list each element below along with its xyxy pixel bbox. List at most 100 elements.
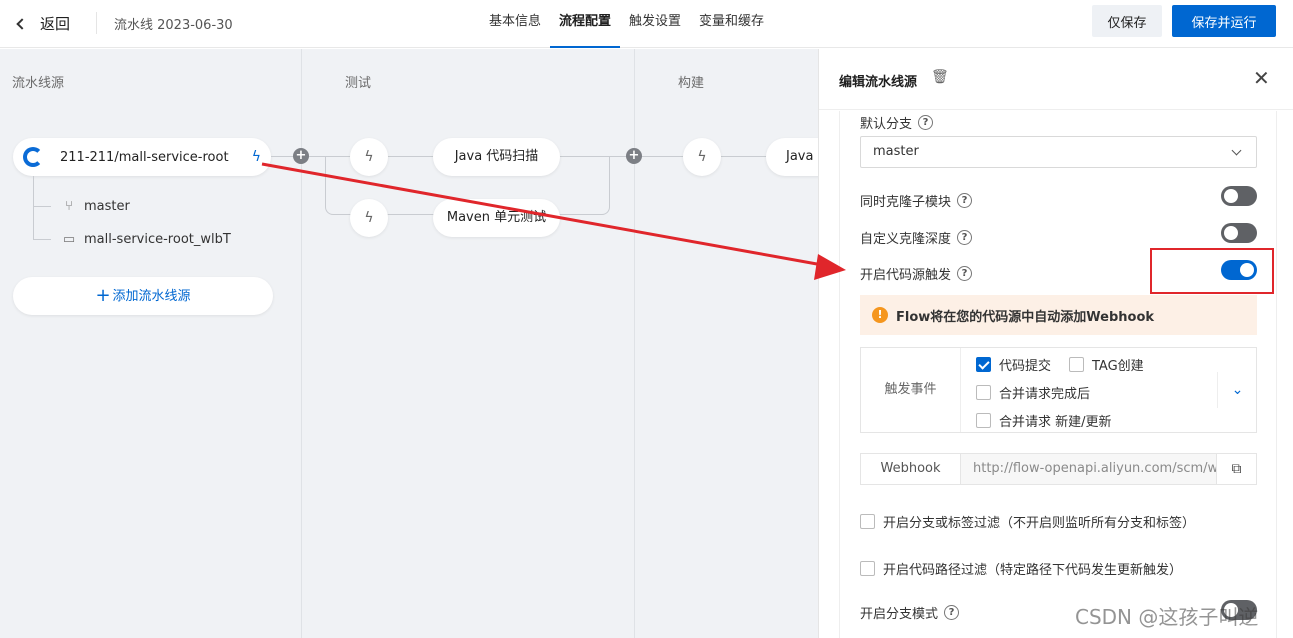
custom-depth-label: 自定义克隆深度 ?: [860, 228, 973, 247]
source-card[interactable]: 211-211/mall-service-root ϟ: [13, 138, 271, 176]
webhook-url[interactable]: http://flow-openapi.aliyun.com/scm/webho…: [961, 454, 1216, 484]
save-button[interactable]: 仅保存: [1092, 5, 1162, 37]
webhook-warning: ! Flow将在您的代码源中自动添加Webhook: [860, 295, 1257, 335]
event-tag-create[interactable]: TAG创建: [1069, 355, 1144, 374]
column-title-source: 流水线源: [12, 76, 65, 91]
clone-submodules-text: 同时克隆子模块: [860, 195, 952, 210]
job-trigger-lightning-icon[interactable]: ϟ: [350, 138, 388, 176]
default-branch-label: 默认分支 ?: [860, 113, 934, 132]
job-card-maven-test[interactable]: Maven 单元测试: [433, 199, 560, 237]
chevron-left-icon: [16, 17, 28, 30]
plus-icon: +: [95, 285, 111, 306]
back-button[interactable]: 返回: [16, 13, 71, 34]
add-stage-button[interactable]: +: [293, 148, 309, 164]
branch-mode-text: 开启分支模式: [860, 607, 939, 622]
edit-source-panel: 编辑流水线源 🗑 ✕ 默认分支 ? master 同时克隆子模块 ? 自定义克隆…: [818, 49, 1293, 638]
connector-line: [641, 156, 683, 157]
toggle-knob: [1224, 226, 1238, 240]
warning-text: Flow将在您的代码源中自动添加Webhook: [896, 309, 1155, 325]
checkbox[interactable]: [976, 385, 991, 400]
event-label: TAG创建: [1092, 359, 1144, 374]
pipeline-canvas: 流水线源 测试 构建 211-211/mall-service-root ϟ ⑂…: [0, 49, 846, 638]
tab-flow-config[interactable]: 流程配置: [550, 0, 621, 48]
tab-bar: 基本信息 流程配置 触发设置 变量和缓存: [480, 0, 773, 48]
branch-mode-label: 开启分支模式 ?: [860, 603, 960, 622]
path-filter-option[interactable]: 开启代码路径过滤（特定路径下代码发生更新触发）: [860, 559, 1182, 578]
job-trigger-lightning-icon[interactable]: ϟ: [683, 138, 721, 176]
column-divider: [634, 49, 635, 638]
watermark: CSDN @这孩子叫逆: [1075, 605, 1259, 629]
collapse-icon[interactable]: ⌄: [1217, 372, 1257, 408]
webhook-field: Webhook http://flow-openapi.aliyun.com/s…: [860, 453, 1257, 485]
path-filter-text: 开启代码路径过滤（特定路径下代码发生更新触发）: [883, 563, 1183, 578]
help-icon[interactable]: ?: [957, 266, 973, 281]
column-divider: [301, 49, 302, 638]
save-and-run-button[interactable]: 保存并运行: [1172, 5, 1276, 37]
event-label: 合并请求 新建/更新: [999, 415, 1112, 430]
source-directory: ▭ mall-service-root_wlbT: [62, 232, 231, 247]
annotation-highlight-box: [1150, 248, 1274, 294]
connector-line: [559, 156, 610, 157]
panel-header: 编辑流水线源 🗑 ✕: [819, 49, 1293, 110]
pipeline-name: 流水线 2023-06-30: [114, 18, 233, 33]
tab-trigger-settings[interactable]: 触发设置: [620, 0, 690, 48]
branch-name: master: [84, 199, 130, 214]
event-label: 代码提交: [999, 359, 1052, 374]
top-bar: 返回 流水线 2023-06-30 基本信息 流程配置 触发设置 变量和缓存 仅…: [0, 0, 1293, 48]
job-trigger-lightning-icon[interactable]: ϟ: [350, 199, 388, 237]
codeup-logo-icon: [23, 147, 43, 167]
trigger-events-group: 触发事件 代码提交 TAG创建 合并请求完成后 合并请求 新建/更新 ⌄: [860, 347, 1257, 433]
checkbox[interactable]: [976, 357, 991, 372]
clone-submodules-label: 同时克隆子模块 ?: [860, 191, 973, 210]
tree-connector: [33, 176, 51, 207]
back-label: 返回: [40, 15, 71, 33]
default-branch-text: 默认分支: [860, 117, 913, 132]
default-branch-select[interactable]: master: [860, 136, 1257, 168]
toggle-knob: [1224, 189, 1238, 203]
add-stage-button[interactable]: +: [626, 148, 642, 164]
connector-line: [718, 156, 768, 157]
chevron-down-icon: [1231, 145, 1242, 156]
checkbox[interactable]: [860, 514, 875, 529]
checkbox[interactable]: [1069, 357, 1084, 372]
source-name: 211-211/mall-service-root: [60, 149, 229, 165]
event-code-commit[interactable]: 代码提交: [976, 355, 1051, 374]
column-title-build: 构建: [678, 76, 705, 91]
help-icon[interactable]: ?: [944, 605, 960, 620]
default-branch-value: master: [873, 144, 919, 159]
checkbox[interactable]: [976, 413, 991, 428]
branch-filter-option[interactable]: 开启分支或标签过滤（不开启则监听所有分支和标签）: [860, 512, 1195, 531]
help-icon[interactable]: ?: [957, 230, 973, 245]
add-source-button[interactable]: + 添加流水线源: [13, 277, 273, 315]
copy-icon[interactable]: ⧉: [1216, 454, 1256, 484]
add-source-label: 添加流水线源: [112, 289, 191, 304]
event-label: 合并请求完成后: [999, 387, 1091, 402]
custom-depth-text: 自定义克隆深度: [860, 232, 952, 247]
close-icon[interactable]: ✕: [1253, 66, 1270, 90]
source-branch: ⑂ master: [62, 199, 130, 214]
tab-basic-info[interactable]: 基本信息: [480, 0, 550, 48]
job-card-java-scan[interactable]: Java 代码扫描: [433, 138, 560, 176]
tree-connector: [33, 207, 51, 240]
trigger-text: 开启代码源触发: [860, 268, 952, 283]
event-mr-complete[interactable]: 合并请求完成后: [976, 383, 1090, 402]
column-title-test: 测试: [345, 76, 372, 91]
tab-variables-cache[interactable]: 变量和缓存: [690, 0, 773, 48]
branch-icon: ⑂: [65, 199, 73, 214]
lightning-icon[interactable]: ϟ: [252, 149, 261, 165]
directory-name: mall-service-root_wlbT: [84, 232, 231, 247]
help-icon[interactable]: ?: [918, 115, 934, 130]
webhook-label: Webhook: [861, 454, 961, 484]
checkbox[interactable]: [860, 561, 875, 576]
divider: [96, 12, 97, 34]
branch-filter-text: 开启分支或标签过滤（不开启则监听所有分支和标签）: [883, 516, 1196, 531]
custom-depth-toggle[interactable]: [1221, 223, 1257, 243]
warning-icon: !: [872, 307, 888, 323]
panel-title: 编辑流水线源: [839, 75, 918, 90]
event-mr-update[interactable]: 合并请求 新建/更新: [976, 411, 1112, 430]
help-icon[interactable]: ?: [957, 193, 973, 208]
trigger-label: 开启代码源触发 ?: [860, 264, 973, 283]
events-label: 触发事件: [861, 348, 961, 432]
clone-submodules-toggle[interactable]: [1221, 186, 1257, 206]
trash-icon[interactable]: 🗑: [931, 69, 949, 85]
